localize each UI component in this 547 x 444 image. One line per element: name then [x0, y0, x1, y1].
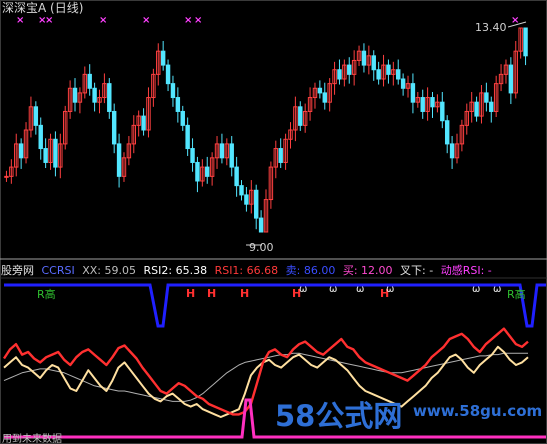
candle-body [523, 27, 528, 57]
h-marker: H [186, 287, 196, 300]
candle-body [244, 194, 249, 205]
candle-body [219, 143, 225, 159]
candle-body [53, 138, 58, 168]
candle-body [410, 83, 416, 103]
price-high-label: 13.40 [475, 21, 507, 34]
candle-body [170, 83, 176, 99]
candle-body [396, 69, 401, 80]
candle-body [444, 120, 450, 145]
indicator-bar: 股旁网 CCRSI XX: 59.05 RSI2: 65.38 RSI1: 66… [1, 264, 496, 277]
candle-body [400, 78, 406, 89]
candle-body [317, 87, 323, 94]
candle-body [185, 124, 190, 150]
footer-note: 用到未来数据 [2, 434, 62, 444]
sell-signal-line [4, 283, 546, 328]
candle-body [38, 124, 43, 150]
candle-body [508, 64, 514, 94]
candle-body [33, 106, 39, 126]
candle-body [258, 217, 264, 233]
candle-body [386, 64, 391, 75]
candle-body [72, 87, 78, 103]
candle-body [298, 106, 303, 126]
x-marker: × [142, 15, 151, 26]
x-marker: × [99, 15, 108, 26]
indicator-dynamic-rsi-value: 动感RSI: - [440, 264, 492, 277]
candle-body [239, 185, 244, 196]
h-marker: H [240, 287, 250, 300]
h-marker: H [207, 287, 217, 300]
omega-marker: ω [299, 284, 308, 295]
indicator-rsi2-value: RSI2: 65.38 [143, 264, 208, 277]
x-marker: × [511, 15, 520, 26]
candle-body [489, 101, 494, 112]
candle-body [116, 143, 122, 177]
indicator-name: CCRSI [41, 264, 75, 277]
omega-marker: ω [386, 284, 395, 295]
candle-body [278, 148, 283, 163]
indicator-xx-value: XX: 59.05 [82, 264, 136, 277]
omega-marker: ω [472, 284, 481, 295]
price-low-label: 9.00 [249, 241, 274, 254]
chart-canvas [0, 0, 547, 444]
candle-body [337, 69, 342, 80]
x-marker: × [16, 15, 25, 26]
candle-body [190, 148, 195, 163]
x-marker: × [194, 15, 203, 26]
candle-body [141, 115, 146, 131]
indicator-buy-value: 买: 12.00 [342, 264, 393, 277]
candle-body [440, 101, 445, 122]
watermark-url: www.58gu.com [413, 402, 543, 420]
candle-body [253, 189, 259, 219]
watermark-text: 58公式网 [275, 399, 403, 433]
candle-body [371, 55, 376, 71]
candle-body [18, 143, 24, 159]
r-high-marker: R高 [37, 288, 56, 301]
x-marker: × [184, 15, 193, 26]
indicator-sell-value: 卖: 86.00 [285, 264, 336, 277]
omega-marker: ω [356, 284, 365, 295]
candle-body [361, 50, 367, 66]
candle-body [195, 161, 200, 182]
candle-body [322, 92, 327, 103]
chart-window: 深深宝A (日线) 13.40 9.00 股旁网 CCRSI XX: 59.05… [0, 0, 547, 444]
candle-body [420, 97, 425, 112]
candle-body [347, 64, 352, 75]
candle-body [4, 175, 9, 178]
omega-marker: ω [493, 284, 502, 295]
candle-body [160, 50, 166, 66]
candle-body [180, 110, 185, 126]
candle-body [430, 97, 435, 108]
candle-body [107, 83, 112, 112]
omega-marker: ω [329, 284, 338, 295]
candle-body [165, 64, 171, 85]
candle-body [449, 143, 455, 159]
indicator-source-label: 股旁网 [1, 264, 34, 277]
candle-body [111, 110, 117, 145]
chart-title: 深深宝A (日线) [2, 1, 84, 15]
indicator-cross-value: 叉下: - [400, 264, 434, 277]
x-marker: × [45, 15, 54, 26]
candle-body [87, 73, 92, 89]
candle-body [175, 97, 181, 112]
candle-body [376, 69, 381, 80]
indicator-rsi1-value: RSI1: 66.68 [214, 264, 279, 277]
candle-body [484, 92, 489, 103]
r-high-marker: R高 [507, 288, 526, 301]
candle-body [43, 148, 48, 163]
candle-body [234, 166, 239, 187]
candle-body [205, 166, 210, 177]
candle-body [474, 101, 479, 117]
candle-body [229, 143, 234, 168]
chart-frame [0, 0, 547, 444]
candle-body [92, 87, 97, 103]
